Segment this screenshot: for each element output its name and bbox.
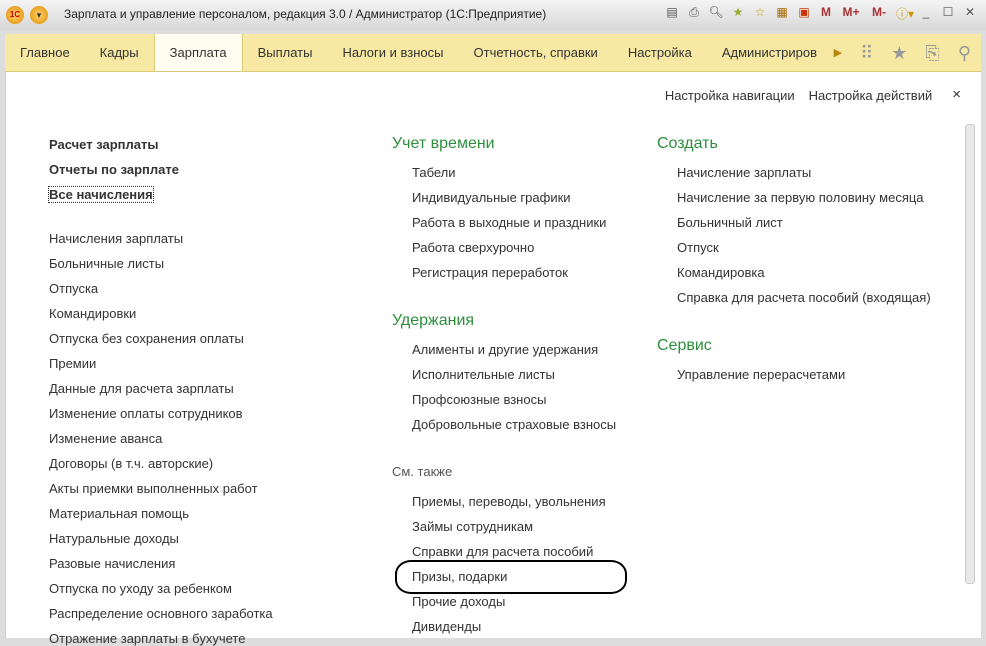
- close-icon[interactable]: ✕: [962, 5, 978, 22]
- tab-taxes[interactable]: Налоги и взносы: [327, 34, 458, 71]
- info-icon[interactable]: ⓘ▾: [896, 5, 914, 22]
- nav-link[interactable]: Начисление за первую половину месяца: [677, 190, 924, 205]
- nav-link[interactable]: Премии: [49, 356, 96, 371]
- tab-main[interactable]: Главное: [5, 34, 85, 71]
- memory-mplus-button[interactable]: M+: [840, 5, 862, 22]
- nav-link[interactable]: Отражение зарплаты в бухучете: [49, 631, 245, 646]
- nav-link[interactable]: Займы сотрудникам: [412, 519, 533, 534]
- action-settings-link[interactable]: Настройка действий: [809, 88, 933, 103]
- nav-link[interactable]: Приемы, переводы, увольнения: [412, 494, 606, 509]
- nav-link[interactable]: Работа в выходные и праздники: [412, 215, 606, 230]
- main-menu-icon[interactable]: ▾: [30, 6, 48, 24]
- nav-link[interactable]: Индивидуальные графики: [412, 190, 571, 205]
- tab-salary[interactable]: Зарплата: [153, 34, 243, 71]
- nav-link[interactable]: Справка для расчета пособий (входящая): [677, 290, 931, 305]
- section-panel: Главное Кадры Зарплата Выплаты Налоги и …: [5, 34, 981, 72]
- tab-hr[interactable]: Кадры: [85, 34, 154, 71]
- calendar-icon[interactable]: ▣: [796, 5, 812, 22]
- title-bar: 1С ▾ Зарплата и управление персоналом, р…: [0, 0, 986, 30]
- history-icon[interactable]: ⎘: [925, 34, 939, 72]
- nav-link[interactable]: Отпуска: [49, 281, 98, 296]
- group-title: Учет времени: [392, 135, 495, 152]
- group-title: Сервис: [657, 337, 712, 354]
- tab-payments[interactable]: Выплаты: [243, 34, 328, 71]
- nav-link[interactable]: Изменение аванса: [49, 431, 162, 446]
- nav-link[interactable]: Разовые начисления: [49, 556, 175, 571]
- tab-reports[interactable]: Отчетность, справки: [459, 34, 613, 71]
- nav-link[interactable]: Акты приемки выполненных работ: [49, 481, 258, 496]
- function-panel: Настройка навигации Настройка действий ×…: [5, 72, 981, 646]
- tab-settings[interactable]: Настройка: [613, 34, 707, 71]
- nav-link[interactable]: Распределение основного заработка: [49, 606, 273, 621]
- nav-link[interactable]: Профсоюзные взносы: [412, 392, 546, 407]
- nav-link[interactable]: Все начисления: [48, 186, 154, 203]
- nav-link[interactable]: Управление перерасчетами: [677, 367, 845, 382]
- all-functions-icon[interactable]: ⠿: [860, 34, 873, 72]
- scroll-right-icon[interactable]: ▶: [834, 34, 842, 72]
- nav-link[interactable]: Начисление зарплаты: [677, 165, 811, 180]
- nav-link[interactable]: Командировки: [49, 306, 136, 321]
- nav-link[interactable]: Отпуска по уходу за ребенком: [49, 581, 232, 596]
- nav-link[interactable]: Договоры (в т.ч. авторские): [49, 456, 213, 471]
- favorites-icon[interactable]: ☆: [752, 5, 768, 22]
- search-icon[interactable]: ⚲: [958, 34, 971, 72]
- group-title: Удержания: [392, 312, 475, 329]
- nav-link[interactable]: Отпуска без сохранения оплаты: [49, 331, 244, 346]
- nav-link[interactable]: Изменение оплаты сотрудников: [49, 406, 243, 421]
- preview-icon[interactable]: 🔍︎: [708, 5, 724, 22]
- nav-link[interactable]: Больничный лист: [677, 215, 783, 230]
- save-icon[interactable]: ▤: [664, 5, 680, 22]
- nav-link[interactable]: Отпуск: [677, 240, 719, 255]
- print-icon[interactable]: ⎙: [686, 5, 702, 22]
- nav-link[interactable]: Начисления зарплаты: [49, 231, 183, 246]
- group-title: См. также: [392, 464, 453, 479]
- nav-link[interactable]: Работа сверхурочно: [412, 240, 534, 255]
- group-title: Создать: [657, 135, 718, 152]
- nav-link[interactable]: Командировка: [677, 265, 765, 280]
- highlight-oval: [395, 560, 627, 594]
- window-title: Зарплата и управление персоналом, редакц…: [64, 7, 547, 21]
- tab-administration[interactable]: Администриров: [707, 34, 821, 71]
- nav-link[interactable]: Табели: [412, 165, 456, 180]
- nav-link[interactable]: Данные для расчета зарплаты: [49, 381, 234, 396]
- nav-link[interactable]: Справки для расчета пособий: [412, 544, 593, 559]
- nav-link[interactable]: Регистрация переработок: [412, 265, 568, 280]
- favorites-add-icon[interactable]: ★: [730, 5, 746, 22]
- nav-link[interactable]: Натуральные доходы: [49, 531, 179, 546]
- memory-m-button[interactable]: M: [818, 5, 834, 22]
- 1c-logo-icon[interactable]: 1С: [6, 6, 24, 24]
- nav-link[interactable]: Дивиденды: [412, 619, 481, 634]
- maximize-icon[interactable]: ☐: [940, 5, 956, 22]
- nav-link[interactable]: Материальная помощь: [49, 506, 189, 521]
- navigation-settings-link[interactable]: Настройка навигации: [665, 88, 795, 103]
- close-panel-icon[interactable]: ×: [952, 87, 961, 103]
- calculator-icon[interactable]: ▦: [774, 5, 790, 22]
- favorites-star-icon[interactable]: ★: [891, 34, 907, 72]
- nav-link[interactable]: Расчет зарплаты: [49, 137, 158, 152]
- nav-link[interactable]: Прочие доходы: [412, 594, 505, 609]
- minimize-icon[interactable]: _: [918, 5, 934, 22]
- nav-link[interactable]: Больничные листы: [49, 256, 164, 271]
- nav-link[interactable]: Алименты и другие удержания: [412, 342, 598, 357]
- nav-link[interactable]: Исполнительные листы: [412, 367, 555, 382]
- memory-mminus-button[interactable]: M-: [868, 5, 890, 22]
- vertical-scrollbar[interactable]: [965, 124, 975, 584]
- nav-link[interactable]: Отчеты по зарплате: [49, 162, 179, 177]
- nav-link[interactable]: Добровольные страховые взносы: [412, 417, 616, 432]
